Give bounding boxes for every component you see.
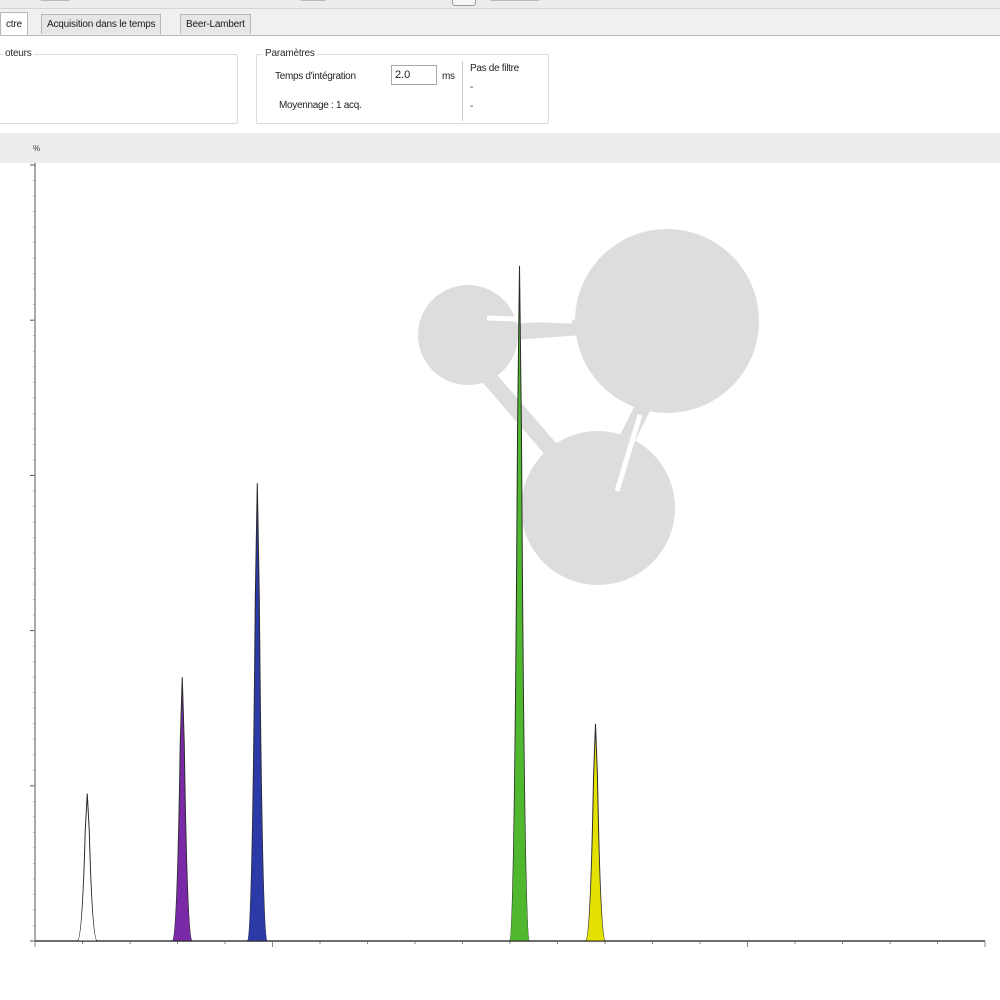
toolbar-spin-control[interactable] — [452, 0, 476, 6]
integration-unit: ms — [442, 71, 455, 82]
spectrum-peak-1 — [76, 793, 98, 942]
tab-spectre[interactable]: ctre — [0, 12, 28, 35]
chart-axes — [30, 163, 986, 947]
averaging-label: Moyennage : 1 acq. — [279, 100, 362, 111]
cut-toolbar-item — [40, 0, 70, 1]
cut-toolbar-item — [490, 0, 540, 1]
integration-time-input[interactable]: 2.0 — [391, 65, 437, 85]
spectrum-chart[interactable] — [0, 163, 1000, 963]
y-unit-label: % — [33, 144, 41, 153]
left-group-title: oteurs — [3, 48, 34, 59]
watermark-logo — [418, 229, 759, 585]
params-separator — [462, 61, 463, 121]
chart-series — [76, 265, 606, 942]
watermark-atom — [521, 431, 675, 585]
cut-toolbar-item — [300, 0, 326, 1]
spectrum-peak-3 — [246, 483, 268, 942]
tab-beer-lambert[interactable]: Beer-Lambert — [180, 14, 251, 34]
chart-header-bar: % — [0, 133, 1000, 163]
integration-time-label: Temps d'intégration — [275, 71, 356, 82]
watermark-atom — [418, 285, 518, 385]
left-group-box: oteurs — [0, 48, 238, 124]
watermark-atom — [575, 229, 759, 413]
params-group-box: Paramètres Temps d'intégration 2.0 ms Mo… — [256, 48, 549, 124]
watermark-gap — [486, 315, 573, 324]
settings-panel: oteurs Paramètres Temps d'intégration 2.… — [0, 36, 1000, 132]
spectrum-plot[interactable] — [0, 163, 1000, 963]
tab-acquisition-temps[interactable]: Acquisition dans le temps — [41, 14, 162, 34]
top-toolbar-strip — [0, 0, 1000, 9]
filter-value-2: - — [470, 101, 474, 112]
spectrum-peak-4 — [509, 265, 530, 942]
tab-bar: ctre Acquisition dans le temps Beer-Lamb… — [0, 9, 1000, 36]
filter-value-1: - — [470, 82, 474, 93]
spectrum-peak-2 — [171, 677, 193, 942]
filter-title: Pas de filtre — [470, 63, 519, 74]
spectrum-peak-5 — [585, 723, 606, 942]
params-group-title: Paramètres — [263, 48, 317, 59]
